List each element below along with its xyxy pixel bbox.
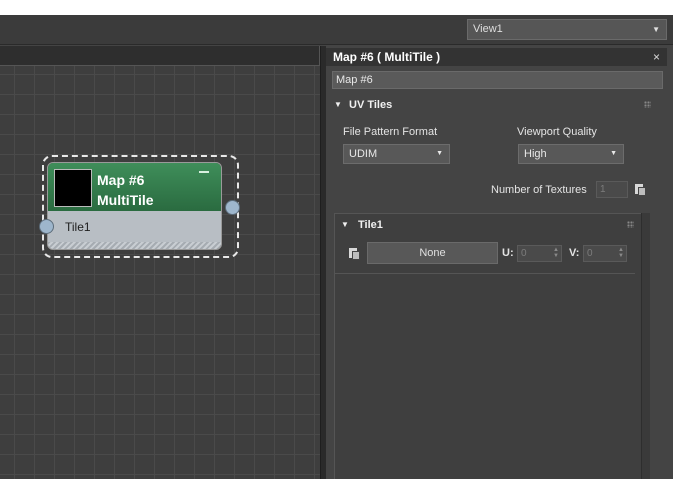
viewport-quality-value: High bbox=[524, 148, 547, 160]
chevron-down-icon: ▼ bbox=[610, 150, 617, 157]
viewport-quality-label: Viewport Quality bbox=[517, 126, 597, 138]
u-value: 0 bbox=[521, 248, 527, 259]
tile-map-button[interactable]: None bbox=[367, 242, 498, 264]
view-dropdown[interactable]: View1 ▼ bbox=[467, 19, 667, 40]
rollout-uv-tiles-label: UV Tiles bbox=[349, 99, 393, 111]
collapse-icon: ▼ bbox=[341, 220, 349, 229]
minimize-icon[interactable] bbox=[199, 171, 209, 173]
tile-rollout: ▼ Tile1 None U: 0 ▲ ▼ V: 0 ▲ ▼ bbox=[334, 213, 641, 479]
tile-rollout-header[interactable]: ▼ Tile1 bbox=[335, 216, 635, 234]
chevron-down-icon: ▼ bbox=[652, 25, 660, 34]
v-spinner[interactable]: 0 ▲ ▼ bbox=[583, 245, 627, 262]
panel-title: Map #6 ( MultiTile ) bbox=[326, 48, 667, 66]
app-root: View1 ▼ Map #6 MultiTile Tile1 Map #6 ( … bbox=[0, 0, 673, 479]
num-textures-label: Number of Textures bbox=[491, 184, 587, 196]
num-textures-value: 1 bbox=[600, 184, 606, 195]
output-port[interactable] bbox=[225, 200, 240, 215]
map-node[interactable]: Map #6 MultiTile Tile1 bbox=[47, 162, 222, 250]
close-icon[interactable]: × bbox=[653, 48, 660, 66]
tile-rollout-label: Tile1 bbox=[358, 219, 383, 231]
rollout-grip-icon[interactable] bbox=[644, 101, 651, 108]
node-header[interactable]: Map #6 MultiTile bbox=[48, 163, 221, 211]
map-name-field[interactable]: Map #6 bbox=[332, 71, 663, 89]
rollout-grip-icon[interactable] bbox=[627, 221, 634, 228]
parameter-panel: Map #6 ( MultiTile ) × Map #6 ▼ UV Tiles… bbox=[326, 46, 673, 479]
u-spinner[interactable]: 0 ▲ ▼ bbox=[517, 245, 562, 262]
node-title-line2: MultiTile bbox=[97, 192, 154, 208]
input-port[interactable] bbox=[39, 219, 54, 234]
node-resize-footer[interactable] bbox=[48, 242, 221, 249]
tile-row: None U: 0 ▲ ▼ V: 0 ▲ ▼ bbox=[335, 238, 635, 274]
u-label: U: bbox=[502, 247, 514, 259]
top-strip bbox=[0, 0, 673, 15]
node-title: Map #6 MultiTile bbox=[97, 170, 154, 210]
node-title-line1: Map #6 bbox=[97, 172, 145, 188]
node-editor-header bbox=[0, 46, 320, 66]
node-body: Tile1 bbox=[48, 211, 221, 249]
node-thumbnail bbox=[54, 169, 92, 207]
file-pattern-dropdown[interactable]: UDIM ▼ bbox=[343, 144, 450, 164]
rollout-uv-tiles[interactable]: ▼ UV Tiles bbox=[332, 96, 657, 114]
node-port-label: Tile1 bbox=[65, 220, 91, 234]
panel-scrollbar[interactable] bbox=[641, 213, 650, 479]
copy-icon[interactable] bbox=[632, 182, 647, 197]
view-dropdown-value: View1 bbox=[473, 23, 503, 35]
file-pattern-label: File Pattern Format bbox=[343, 126, 438, 138]
collapse-icon: ▼ bbox=[334, 100, 342, 109]
num-textures-spinner[interactable]: 1 bbox=[596, 181, 628, 198]
copy-icon[interactable] bbox=[346, 246, 361, 261]
chevron-down-icon: ▼ bbox=[436, 150, 443, 157]
toolbar: View1 ▼ bbox=[0, 15, 673, 45]
file-pattern-value: UDIM bbox=[349, 148, 378, 160]
viewport-quality-dropdown[interactable]: High ▼ bbox=[518, 144, 624, 164]
spinner-arrows-icon[interactable]: ▲ ▼ bbox=[618, 247, 624, 259]
v-label: V: bbox=[569, 247, 580, 259]
node-editor-canvas[interactable] bbox=[0, 46, 322, 479]
v-value: 0 bbox=[587, 248, 593, 259]
spinner-arrows-icon[interactable]: ▲ ▼ bbox=[553, 247, 559, 259]
